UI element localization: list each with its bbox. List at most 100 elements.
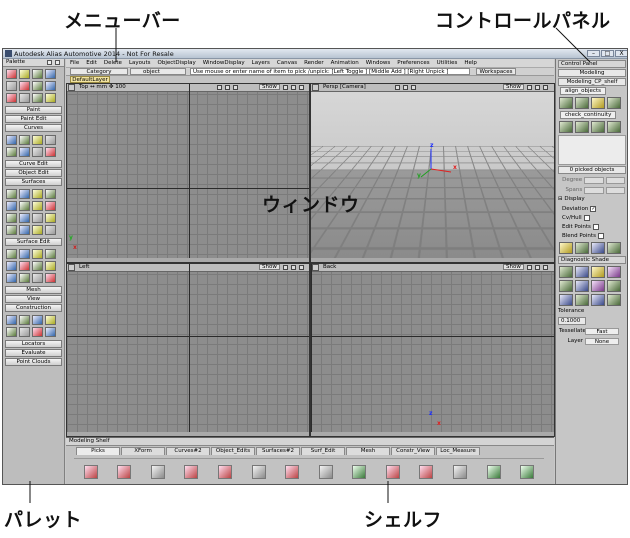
shade-surface-icon[interactable] bbox=[607, 280, 621, 292]
tube-surface-icon[interactable] bbox=[19, 225, 30, 235]
stamp-tool-icon[interactable] bbox=[32, 93, 43, 103]
line-curve-icon[interactable] bbox=[45, 135, 56, 145]
edit-points-checkbox[interactable] bbox=[592, 224, 599, 230]
keypoint-curve-icon[interactable] bbox=[32, 147, 43, 157]
viewport-persp-show-button[interactable]: Show bbox=[503, 84, 524, 90]
palette-section-object-edit[interactable]: Object Edit bbox=[5, 169, 62, 177]
menu-preferences[interactable]: Preferences bbox=[397, 59, 429, 67]
swatch-tool-icon[interactable] bbox=[45, 81, 56, 91]
align-icon[interactable] bbox=[559, 97, 573, 109]
eraser-tool-icon[interactable] bbox=[6, 81, 17, 91]
shade-zebra-icon[interactable] bbox=[559, 280, 573, 292]
palette-section-surface-edit[interactable]: Surface Edit bbox=[5, 238, 62, 246]
cvhull-checkbox[interactable] bbox=[583, 215, 590, 221]
menu-animation[interactable]: Animation bbox=[331, 59, 359, 67]
untrim-icon[interactable] bbox=[19, 249, 30, 259]
fill-tool-icon[interactable] bbox=[32, 81, 43, 91]
minimize-button[interactable]: – bbox=[587, 50, 600, 57]
shelf-tab-xform[interactable]: XForm bbox=[121, 447, 165, 455]
section-icon[interactable] bbox=[520, 464, 535, 479]
viewport-back[interactable]: Back Show z x bbox=[310, 263, 555, 437]
display-settings-icon[interactable] bbox=[607, 242, 621, 254]
tab-check-continuity[interactable]: check_continuity bbox=[560, 111, 617, 119]
viewport-top-show-button[interactable]: Show bbox=[259, 84, 280, 90]
extend-icon[interactable] bbox=[19, 273, 30, 283]
marker-tool-icon[interactable] bbox=[32, 69, 43, 79]
mode-dropdown[interactable]: Modeling bbox=[558, 69, 626, 77]
menu-object-display[interactable]: ObjectDisplay bbox=[158, 59, 196, 67]
move-icon[interactable] bbox=[251, 464, 266, 479]
continuity-check-icon[interactable] bbox=[559, 121, 573, 133]
pivot-icon[interactable] bbox=[6, 327, 17, 337]
object-dropdown[interactable]: object bbox=[130, 68, 186, 75]
palette-section-mesh[interactable]: Mesh bbox=[5, 286, 62, 294]
close-button[interactable]: X bbox=[615, 50, 627, 57]
shade-yellow-icon[interactable] bbox=[591, 266, 605, 278]
palette-section-view[interactable]: View bbox=[5, 295, 62, 303]
viewport-left[interactable]: Left Show bbox=[66, 263, 310, 437]
palette-section-locators[interactable]: Locators bbox=[5, 340, 62, 348]
plane-icon[interactable] bbox=[32, 315, 43, 325]
square-surface-icon[interactable] bbox=[19, 201, 30, 211]
snap-icon[interactable] bbox=[19, 327, 30, 337]
query-edit-icon[interactable] bbox=[385, 464, 400, 479]
menu-delete[interactable]: Delete bbox=[104, 59, 122, 67]
object-display-icon[interactable] bbox=[559, 242, 573, 254]
shade-mirror-icon[interactable] bbox=[575, 294, 589, 306]
color-tool-icon[interactable] bbox=[19, 81, 30, 91]
shelf-tab-curves2[interactable]: Curves#2 bbox=[166, 447, 210, 455]
shade-purple-icon[interactable] bbox=[607, 266, 621, 278]
palette-section-evaluate[interactable]: Evaluate bbox=[5, 349, 62, 357]
boundary-surface-icon[interactable] bbox=[6, 201, 17, 211]
menu-file[interactable]: File bbox=[70, 59, 79, 67]
text-tool-icon[interactable] bbox=[45, 93, 56, 103]
spans-input[interactable] bbox=[584, 186, 604, 194]
shade-curvature-icon[interactable] bbox=[591, 280, 605, 292]
cvhull-toggle[interactable]: Cv/Hull bbox=[562, 214, 622, 222]
snap-grid-icon[interactable] bbox=[45, 327, 56, 337]
shade-off-icon[interactable] bbox=[607, 294, 621, 306]
deviation-checkbox[interactable]: ✓ bbox=[590, 206, 597, 212]
viewport-left-show-button[interactable]: Show bbox=[259, 264, 280, 270]
primitive-surface-icon[interactable] bbox=[6, 189, 17, 199]
grid-icon[interactable] bbox=[45, 315, 56, 325]
zoom-icon[interactable] bbox=[217, 85, 222, 90]
pick-curve-icon[interactable] bbox=[184, 464, 199, 479]
blend-tool-icon[interactable] bbox=[19, 93, 30, 103]
spans-input-2[interactable] bbox=[605, 186, 626, 194]
shade-multicolor-icon[interactable] bbox=[559, 266, 573, 278]
surface-shade-icon[interactable] bbox=[419, 464, 434, 479]
viewport-back-restore-icon[interactable] bbox=[535, 265, 540, 270]
flange-surface-icon[interactable] bbox=[6, 225, 17, 235]
pick-surface-icon[interactable] bbox=[218, 464, 233, 479]
deviation-toggle[interactable]: Deviation ✓ bbox=[562, 205, 622, 213]
viewport-left-restore-icon[interactable] bbox=[291, 265, 296, 270]
shelf-tab-object-edits[interactable]: Object_Edits bbox=[211, 447, 255, 455]
round-surface-icon[interactable] bbox=[45, 213, 56, 223]
menu-canvas[interactable]: Canvas bbox=[277, 59, 297, 67]
viewport-persp-restore-icon[interactable] bbox=[535, 85, 540, 90]
insert-icon[interactable] bbox=[32, 273, 43, 283]
pick-object-icon[interactable] bbox=[83, 464, 98, 479]
intersect-icon[interactable] bbox=[32, 249, 43, 259]
pencil-tool-icon[interactable] bbox=[19, 69, 30, 79]
prompt-line[interactable]: Use mouse or enter name of item to pick … bbox=[190, 68, 470, 75]
project-icon[interactable] bbox=[45, 249, 56, 259]
viewport-back-maximize-icon[interactable] bbox=[527, 265, 532, 270]
loc-measure-icon[interactable] bbox=[486, 464, 501, 479]
stitch-icon[interactable] bbox=[45, 261, 56, 271]
shelf-tab-loc-measure[interactable]: Loc_Measure bbox=[436, 447, 480, 455]
viewport-top-close-icon[interactable] bbox=[299, 85, 304, 90]
trim-icon[interactable] bbox=[6, 249, 17, 259]
viewport-back-scrollbar[interactable] bbox=[311, 432, 554, 436]
circle-curve-icon[interactable] bbox=[19, 147, 30, 157]
airbrush-tool-icon[interactable] bbox=[45, 69, 56, 79]
extrude-surface-icon[interactable] bbox=[45, 201, 56, 211]
cp-shelf-dropdown[interactable]: Modeling_CP_shelf bbox=[558, 78, 626, 86]
layer-dropdown[interactable]: None bbox=[585, 337, 619, 345]
pick-cv-icon[interactable] bbox=[117, 464, 132, 479]
geometry-mapping-icon[interactable] bbox=[6, 261, 17, 271]
shelf-tab-surf-edit[interactable]: Surf_Edit bbox=[301, 447, 345, 455]
position-check-icon[interactable] bbox=[607, 121, 621, 133]
palette-section-paint-edit[interactable]: Paint Edit bbox=[5, 115, 62, 123]
